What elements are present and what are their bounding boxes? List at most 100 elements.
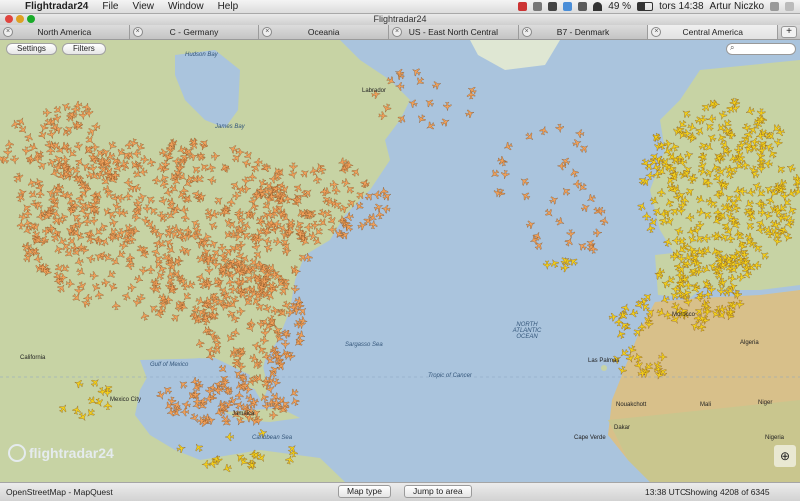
airplane-icon[interactable]	[593, 228, 603, 238]
new-tab-button[interactable]: +	[778, 25, 800, 39]
airplane-icon[interactable]	[525, 219, 536, 229]
airplane-icon[interactable]	[585, 193, 596, 204]
airplane-icon[interactable]	[489, 168, 501, 180]
airplane-icon[interactable]	[443, 101, 452, 112]
jump-to-area-select[interactable]: Jump to area	[404, 485, 472, 498]
tab-c-germany[interactable]: × C - Germany	[130, 25, 260, 39]
airplane-icon[interactable]	[555, 123, 564, 134]
minimize-window-icon[interactable]	[16, 15, 24, 23]
airplane-icon[interactable]	[555, 216, 566, 227]
battery-icon[interactable]	[637, 2, 654, 11]
airplane-icon[interactable]	[281, 339, 290, 350]
airplane-icon[interactable]	[224, 432, 234, 442]
airplane-icon[interactable]	[576, 240, 588, 251]
tab-b7-denmark[interactable]: × B7 - Denmark	[519, 25, 649, 39]
airplane-icon[interactable]	[580, 202, 591, 213]
flight-map[interactable]: Settings Filters ⌕ Hudson Bay James Bay …	[0, 40, 800, 482]
airplane-icon[interactable]	[636, 201, 647, 212]
airplane-icon[interactable]	[519, 176, 531, 188]
menu-user[interactable]: Artur Niczko	[710, 1, 764, 12]
map-attribution[interactable]: OpenStreetMap - MapQuest	[6, 487, 113, 497]
airplane-icon[interactable]	[414, 76, 426, 88]
spotlight-icon[interactable]	[770, 2, 779, 11]
airplane-icon[interactable]	[645, 171, 655, 180]
menu-help[interactable]: Help	[211, 1, 246, 12]
menu-view[interactable]: View	[125, 1, 161, 12]
settings-button[interactable]: Settings	[6, 43, 57, 55]
airplane-icon[interactable]	[373, 202, 384, 213]
dropbox-icon[interactable]	[563, 2, 573, 11]
tab-central-america[interactable]: × Central America	[648, 25, 779, 39]
airplane-icon[interactable]	[411, 66, 422, 77]
menu-window[interactable]: Window	[161, 1, 211, 12]
filters-button[interactable]: Filters	[62, 43, 106, 55]
search-input[interactable]: ⌕	[726, 43, 796, 55]
airplane-icon[interactable]	[520, 190, 531, 201]
bluetooth-icon[interactable]	[578, 2, 588, 11]
search-icon: ⌕	[730, 43, 735, 52]
airplane-icon[interactable]	[539, 125, 549, 136]
airplane-icon[interactable]	[574, 129, 585, 138]
map-canvas[interactable]	[0, 40, 800, 482]
airplane-icon[interactable]	[572, 179, 582, 189]
airplane-icon[interactable]	[564, 236, 575, 247]
notification-center-icon[interactable]	[785, 2, 794, 11]
airplane-icon[interactable]	[548, 194, 559, 205]
zoom-window-icon[interactable]	[27, 15, 35, 23]
battery-percent[interactable]: 49 %	[608, 1, 631, 12]
close-tab-icon[interactable]: ×	[262, 27, 273, 37]
airplane-icon[interactable]	[566, 229, 576, 239]
map-zoom-control[interactable]: ⊕	[774, 445, 796, 467]
close-tab-icon[interactable]: ×	[392, 27, 403, 37]
airplane-icon[interactable]	[497, 156, 507, 166]
airplane-icon[interactable]	[425, 120, 436, 131]
airplane-icon[interactable]	[416, 113, 427, 124]
airplane-icon[interactable]	[424, 97, 436, 108]
close-tab-icon[interactable]: ×	[521, 27, 532, 37]
airplane-icon[interactable]	[293, 337, 305, 349]
menu-app-name[interactable]: Flightradar24	[18, 1, 95, 12]
airplane-icon[interactable]	[465, 108, 476, 119]
airplane-icon[interactable]	[440, 117, 451, 128]
wifi-icon[interactable]	[593, 2, 603, 11]
tab-us-east-north-central[interactable]: × US - East North Central	[389, 25, 519, 39]
close-tab-icon[interactable]: ×	[3, 27, 13, 37]
airplane-icon[interactable]	[290, 396, 301, 407]
airplane-icon[interactable]	[431, 80, 442, 91]
airplane-icon[interactable]	[501, 169, 510, 180]
airplane-icon[interactable]	[288, 387, 300, 399]
airplane-icon[interactable]	[193, 442, 204, 454]
tab-north-america[interactable]: × North America	[0, 25, 130, 39]
airplane-icon[interactable]	[599, 216, 609, 226]
close-tab-icon[interactable]: ×	[651, 27, 662, 37]
airplane-icon[interactable]	[569, 167, 579, 178]
map-type-button[interactable]: Map type	[338, 485, 391, 498]
airplane-icon[interactable]	[628, 308, 639, 318]
airplane-icon[interactable]	[503, 141, 514, 152]
close-window-icon[interactable]	[5, 15, 13, 23]
airplane-icon[interactable]	[524, 131, 536, 143]
airplane-icon[interactable]	[642, 211, 651, 221]
airplane-icon[interactable]	[357, 221, 367, 231]
airplane-icon[interactable]	[646, 223, 656, 234]
airplane-icon[interactable]	[368, 219, 378, 230]
airplane-icon[interactable]	[542, 260, 552, 270]
airplane-icon[interactable]	[595, 207, 606, 216]
airplane-icon[interactable]	[560, 185, 572, 197]
tray-app-icon[interactable]	[518, 2, 528, 11]
airplane-icon[interactable]	[269, 364, 281, 375]
airplane-icon[interactable]	[281, 329, 291, 339]
tray-app-icon[interactable]	[533, 2, 543, 11]
label-california: California	[20, 355, 46, 361]
menu-clock[interactable]: tors 14:38	[659, 1, 703, 12]
airplane-icon[interactable]	[608, 312, 619, 322]
close-tab-icon[interactable]: ×	[132, 27, 143, 37]
airplane-icon[interactable]	[375, 209, 385, 220]
tray-app-icon[interactable]	[548, 2, 558, 11]
airplane-icon[interactable]	[579, 143, 591, 155]
airplane-icon[interactable]	[372, 190, 382, 200]
airplane-icon[interactable]	[543, 207, 555, 219]
tab-oceania[interactable]: × Oceania	[259, 25, 390, 39]
airplane-icon[interactable]	[615, 329, 626, 340]
menu-file[interactable]: File	[95, 1, 125, 12]
